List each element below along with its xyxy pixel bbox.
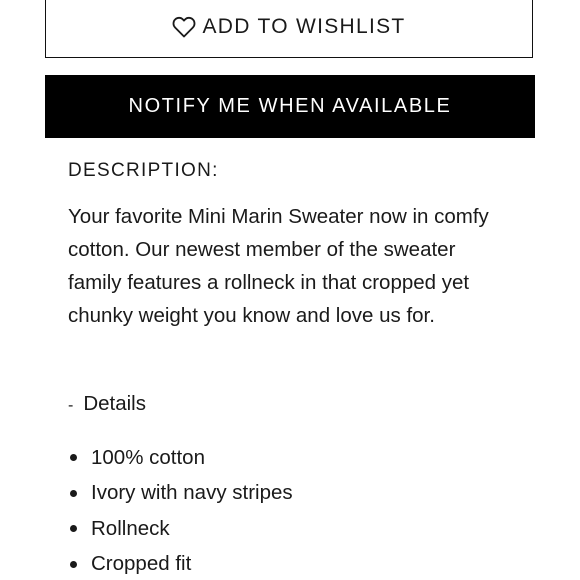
product-info-panel: ADD TO WISHLIST NOTIFY ME WHEN AVAILABLE…: [0, 0, 580, 580]
list-item: Cropped fit: [68, 547, 293, 580]
heart-icon: [173, 16, 196, 38]
details-list: 100% cotton Ivory with navy stripes Roll…: [68, 440, 293, 580]
list-item: Rollneck: [68, 511, 293, 547]
add-to-wishlist-button[interactable]: ADD TO WISHLIST: [45, 0, 533, 58]
notify-button-label: NOTIFY ME WHEN AVAILABLE: [128, 95, 452, 117]
collapse-dash-icon: -: [68, 397, 74, 414]
details-toggle-label: Details: [83, 392, 146, 415]
notify-me-button[interactable]: NOTIFY ME WHEN AVAILABLE: [45, 75, 535, 138]
bullet-icon: [70, 489, 77, 497]
list-item: 100% cotton: [68, 440, 293, 476]
bullet-icon: [70, 454, 77, 462]
bullet-icon: [70, 560, 77, 568]
description-heading: DESCRIPTION:: [68, 160, 219, 181]
list-item: Ivory with navy stripes: [68, 476, 293, 512]
list-item-text: 100% cotton: [91, 445, 205, 469]
wishlist-button-content: ADD TO WISHLIST: [172, 15, 405, 39]
list-item-text: Cropped fit: [91, 552, 192, 576]
description-text: Your favorite Mini Marin Sweater now in …: [68, 205, 489, 327]
list-item-text: Rollneck: [91, 516, 170, 540]
details-toggle[interactable]: - Details: [68, 392, 146, 416]
wishlist-button-label: ADD TO WISHLIST: [202, 15, 406, 38]
list-item-text: Ivory with navy stripes: [91, 481, 293, 505]
bullet-icon: [70, 525, 77, 533]
